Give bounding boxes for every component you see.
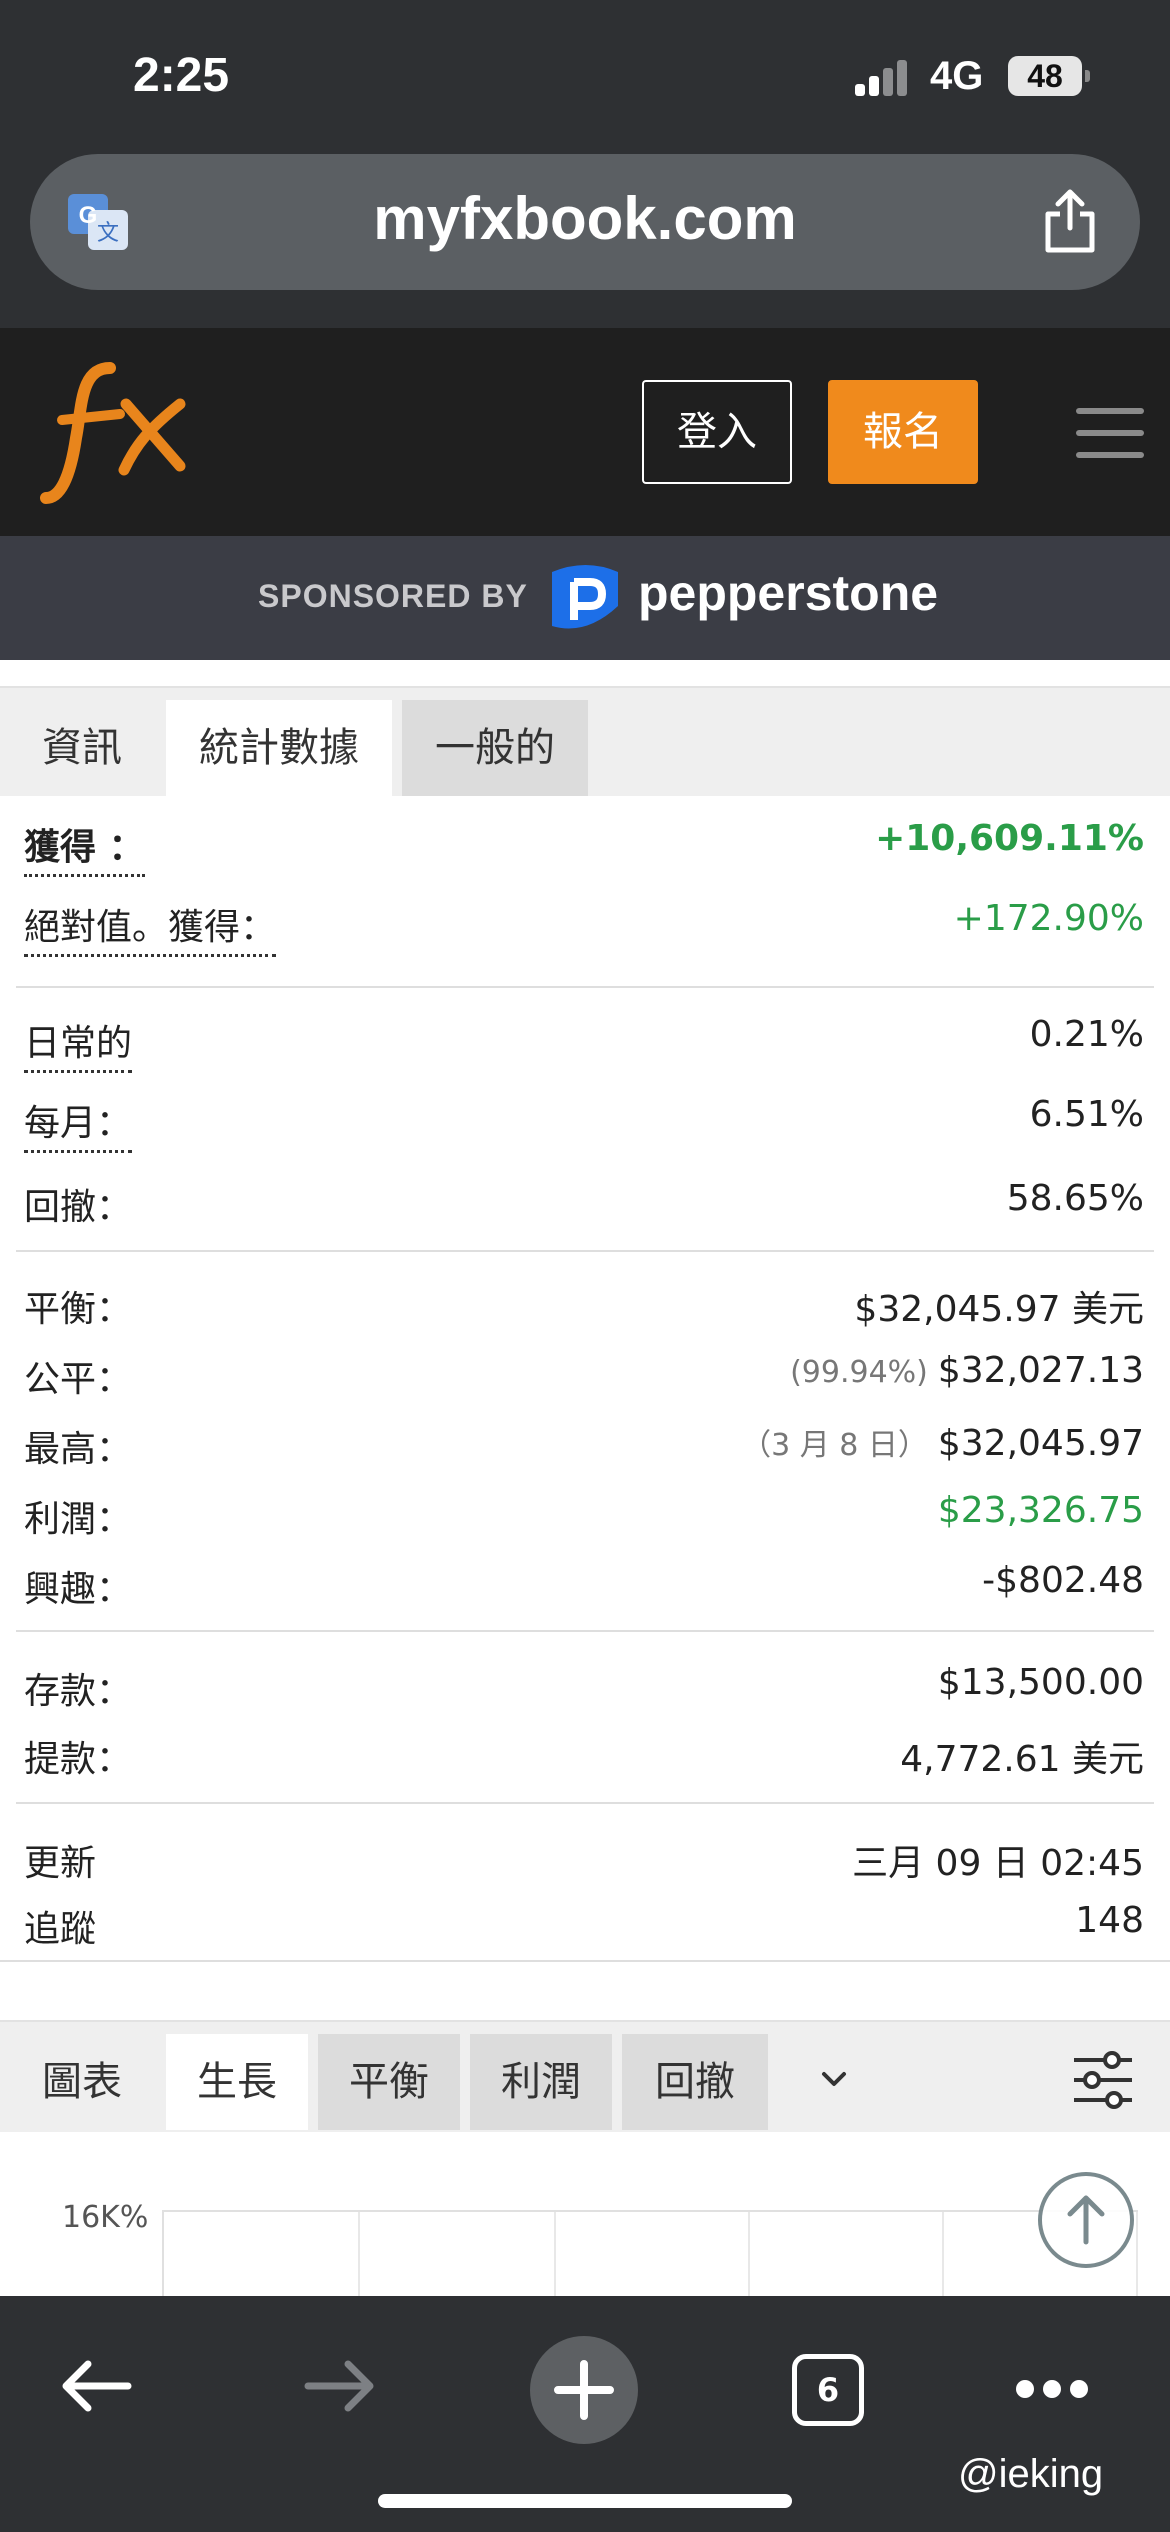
plus-icon (554, 2360, 614, 2420)
stat-value: +172.90% (953, 898, 1144, 939)
chart-tabbar: 圖表 生長 平衡 利潤 回撤 (0, 2020, 1170, 2134)
network-type: 4G (930, 54, 984, 98)
stat-label: 更新 (24, 1843, 97, 1884)
stat-value: 0.21% (1029, 1014, 1144, 1055)
tab-profit[interactable]: 利潤 (470, 2034, 612, 2130)
more-options-icon[interactable] (1016, 2380, 1088, 2398)
stat-label: 最高： (24, 1429, 133, 1470)
stat-label: 利潤： (24, 1499, 133, 1540)
filter-sliders-icon[interactable] (1072, 2050, 1134, 2110)
divider (16, 1630, 1154, 1632)
stat-value: 4,772.61 美元 (900, 1739, 1144, 1780)
stat-row-balance: 平衡： $32,045.97 美元 (24, 1280, 1144, 1340)
login-button[interactable]: 登入 (642, 380, 792, 484)
sponsor-label: SPONSORED BY (258, 578, 528, 614)
stat-note: (99.94%) (790, 1355, 928, 1390)
sponsor-banner[interactable]: SPONSORED BY pepperstone (0, 536, 1170, 660)
stat-row-tracking: 追蹤 148 (24, 1900, 1144, 1960)
sponsor-name: pepperstone (638, 565, 939, 621)
stat-note: （3 月 8 日） (741, 1428, 928, 1463)
stat-label[interactable]: 絕對值。獲得： (24, 898, 277, 957)
divider (16, 1250, 1154, 1252)
home-indicator[interactable] (378, 2494, 792, 2508)
stat-row-interest: 興趣： -$802.48 (24, 1560, 1144, 1620)
stat-label: 興趣： (24, 1569, 133, 1610)
tab-general[interactable]: 一般的 (402, 700, 588, 796)
stat-label: 存款： (24, 1671, 133, 1712)
hamburger-menu-icon[interactable] (1076, 408, 1144, 458)
stat-row-abs-gain: 絕對值。獲得： +172.90% (24, 898, 1144, 958)
stat-row-profit: 利潤： $23,326.75 (24, 1490, 1144, 1550)
battery-icon: 48 (1008, 56, 1090, 96)
address-bar[interactable]: G 文 myfxbook.com (30, 154, 1140, 290)
stat-value: 148 (1075, 1900, 1144, 1941)
stat-row-gain: 獲得 ： +10,609.11% (24, 818, 1144, 878)
stat-value: $32,027.13 (937, 1350, 1144, 1391)
back-arrow-icon[interactable] (58, 2356, 134, 2416)
arrow-up-icon (1067, 2195, 1105, 2245)
stat-value: 6.51% (1029, 1094, 1144, 1135)
chevron-down-icon[interactable] (816, 2064, 852, 2094)
stat-value: 三月 09 日 02:45 (852, 1843, 1144, 1884)
stat-row-daily: 日常的 0.21% (24, 1014, 1144, 1074)
divider (16, 1802, 1154, 1804)
stat-row-drawdown: 回撤： 58.65% (24, 1178, 1144, 1238)
stat-label: 提款： (24, 1739, 133, 1780)
status-time: 2:25 (133, 49, 230, 102)
stat-label: 公平： (24, 1359, 133, 1400)
stats-tabbar: 資訊 統計數據 一般的 (0, 686, 1170, 796)
scroll-to-top-button[interactable] (1038, 2172, 1134, 2268)
tab-drawdown[interactable]: 回撤 (622, 2034, 768, 2130)
tabs-count-button[interactable]: 6 (792, 2354, 864, 2426)
stat-value: $32,045.97 美元 (854, 1289, 1144, 1330)
stat-value-group: （3 月 8 日） $32,045.97 (741, 1420, 1144, 1464)
stat-row-monthly: 每月： 6.51% (24, 1094, 1144, 1154)
stat-label[interactable]: 獲得 ： (24, 818, 145, 877)
tab-growth[interactable]: 生長 (166, 2034, 308, 2130)
stat-label: 追蹤 (24, 1909, 97, 1950)
signal-icon (855, 60, 915, 96)
new-tab-button[interactable] (530, 2336, 638, 2444)
chart-grid (162, 2210, 1138, 2298)
stat-row-withdrawals: 提款： 4,772.61 美元 (24, 1730, 1144, 1790)
stat-value: $23,326.75 (937, 1490, 1144, 1531)
url-text[interactable]: myfxbook.com (30, 184, 1140, 253)
fx-logo[interactable] (40, 348, 190, 518)
stat-value: +10,609.11% (875, 818, 1144, 859)
pepperstone-logo-icon (552, 565, 618, 629)
stat-label: 平衡： (24, 1289, 133, 1330)
site-header: 登入 報名 (0, 328, 1170, 536)
tab-balance[interactable]: 平衡 (318, 2034, 460, 2130)
stat-value-group: (99.94%) $32,027.13 (790, 1350, 1144, 1391)
share-icon[interactable] (1040, 188, 1100, 254)
stat-value: -$802.48 (982, 1560, 1144, 1601)
browser-toolbar: 6 @ieking (0, 2296, 1170, 2532)
signup-button[interactable]: 報名 (828, 380, 978, 484)
divider (16, 986, 1154, 988)
stat-row-highest: 最高： （3 月 8 日） $32,045.97 (24, 1420, 1144, 1480)
stat-row-equity: 公平： (99.94%) $32,027.13 (24, 1350, 1144, 1410)
stat-value: $32,045.97 (937, 1423, 1144, 1464)
browser-top-chrome: 2:25 4G 48 G 文 myfxbook.com (0, 0, 1170, 328)
stat-label: 回撤： (24, 1187, 133, 1228)
tab-stats[interactable]: 統計數據 (166, 700, 392, 796)
tab-info[interactable]: 資訊 (0, 700, 164, 796)
forward-arrow-icon[interactable] (302, 2356, 378, 2416)
stat-label[interactable]: 日常的 (24, 1014, 133, 1073)
chart-y-tick: 16K% (62, 2200, 149, 2235)
stat-value: $13,500.00 (937, 1662, 1144, 1703)
stat-row-deposits: 存款： $13,500.00 (24, 1662, 1144, 1722)
watermark-text: @ieking (958, 2452, 1104, 2496)
tab-chart[interactable]: 圖表 (0, 2034, 164, 2130)
stat-value: 58.65% (1006, 1178, 1144, 1219)
stat-row-updated: 更新 三月 09 日 02:45 (24, 1834, 1144, 1894)
divider (0, 1960, 1170, 1962)
stat-label[interactable]: 每月： (24, 1094, 133, 1153)
growth-chart: 16K% (0, 2132, 1170, 2298)
